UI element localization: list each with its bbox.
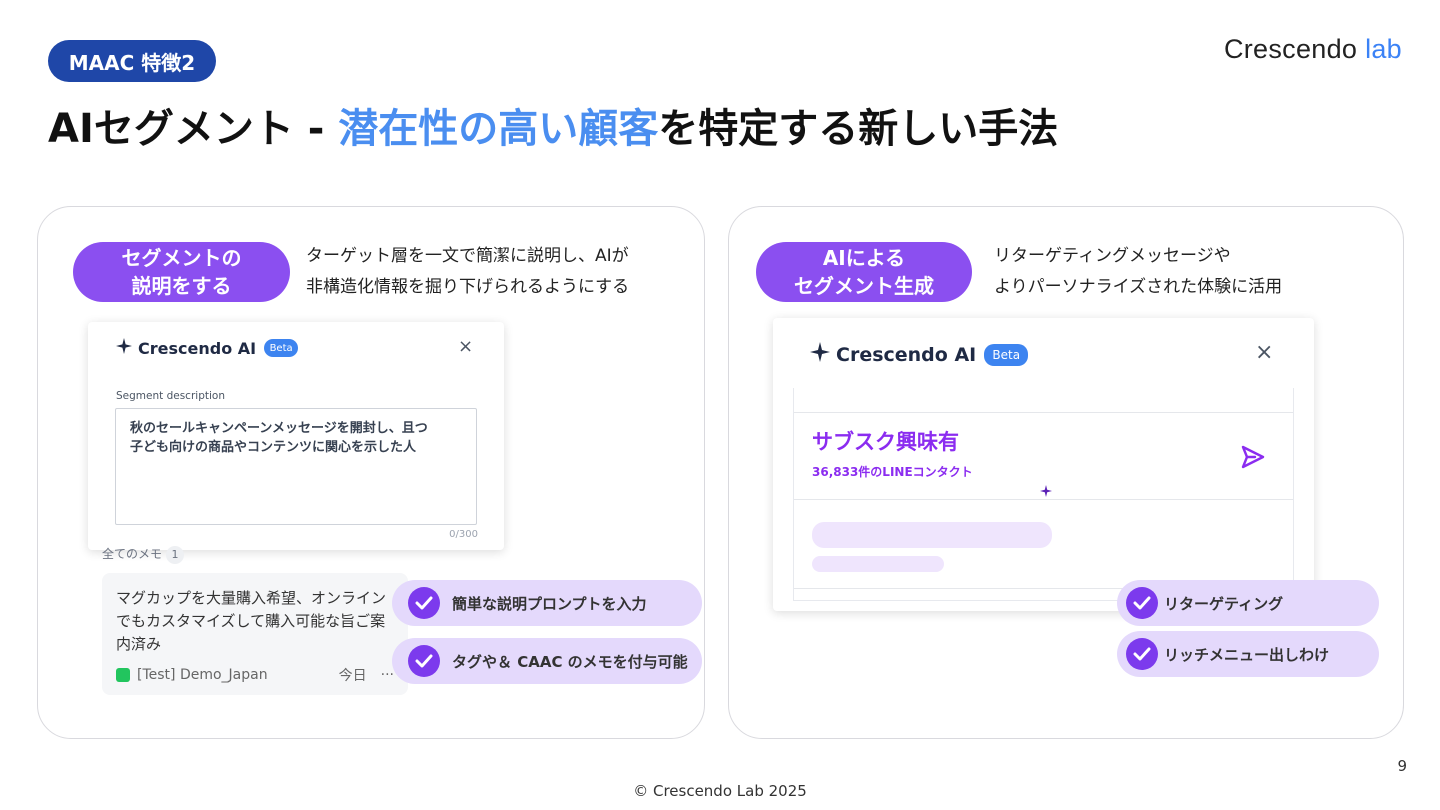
title-post: を特定する新しい手法 xyxy=(658,106,1059,152)
segment-description-card: Crescendo AI Beta × Segment description … xyxy=(88,322,504,550)
right-check-item-2: リッチメニュー出しわけ xyxy=(1117,631,1379,677)
sparkle-icon xyxy=(116,338,132,358)
close-icon[interactable]: × xyxy=(458,336,473,357)
segment-description-input[interactable]: 秋のセールキャンペーンメッセージを開封し、且つ 子ども向けの商品やコンテンツに関… xyxy=(115,408,477,525)
right-description: リターゲティングメッセージや よりパーソナライズされた体験に活用 xyxy=(994,246,1283,297)
right-step-pill: AIによる セグメント生成 xyxy=(756,242,972,302)
memo-account: [Test] Demo_Japan xyxy=(137,667,268,683)
check-label: タグや＆ CAAC のメモを付与可能 xyxy=(452,652,688,671)
memo-card[interactable]: マグカップを大量購入希望、オンライン でもカスタマイズして購入可能な旨ご案 内済… xyxy=(102,573,408,695)
memo-date: 今日 xyxy=(338,668,367,684)
char-counter: 0/300 xyxy=(449,529,478,540)
check-label: 簡単な説明プロンプトを入力 xyxy=(452,594,647,613)
ai-name: Crescendo AI xyxy=(138,338,257,358)
field-label: Segment description xyxy=(116,390,225,402)
title-pre: AIセグメント - xyxy=(48,106,339,152)
segment-result-card: Crescendo AI Beta × サブスク興味有 36,833件のLINE… xyxy=(773,318,1314,611)
skeleton-line xyxy=(812,522,1052,548)
result-title: サブスク興味有 xyxy=(812,430,959,454)
check-icon xyxy=(1126,587,1158,619)
memo-count: 1 xyxy=(166,546,185,564)
left-description: ターゲット層を一文で簡潔に説明し、AIが 非構造化情報を掘り下げられるようにする xyxy=(306,246,630,297)
line-icon xyxy=(116,668,130,682)
memo-header-label: 全てのメモ xyxy=(102,547,163,561)
memo-header: 全てのメモ 1 xyxy=(102,545,185,564)
check-label: リッチメニュー出しわけ xyxy=(1164,645,1330,664)
page-number: 9 xyxy=(1397,757,1407,775)
logo-accent: lab xyxy=(1365,34,1402,64)
title-highlight: 潜在性の高い顧客 xyxy=(338,106,659,152)
close-icon[interactable]: × xyxy=(1255,340,1273,365)
check-icon xyxy=(408,587,440,619)
check-icon xyxy=(408,645,440,677)
copyright: © Crescendo Lab 2025 xyxy=(633,782,807,800)
divider xyxy=(794,412,1293,413)
logo-main: Crescendo xyxy=(1223,34,1358,64)
result-area: サブスク興味有 36,833件のLINEコンタクト xyxy=(793,388,1294,601)
feature-badge: MAAC 特徴2 xyxy=(48,40,216,82)
more-icon[interactable]: ··· xyxy=(381,667,394,683)
ai-name: Crescendo AI xyxy=(836,343,977,366)
memo-text: マグカップを大量購入希望、オンライン でもカスタマイズして購入可能な旨ご案 内済… xyxy=(116,589,387,653)
send-icon[interactable] xyxy=(1240,444,1266,474)
check-icon xyxy=(1126,638,1158,670)
result-subtitle: 36,833件のLINEコンタクト xyxy=(812,465,973,479)
beta-badge: Beta xyxy=(264,339,299,357)
left-check-item-1: 簡単な説明プロンプトを入力 xyxy=(392,580,702,626)
sparkle-icon xyxy=(810,342,830,367)
left-check-item-2: タグや＆ CAAC のメモを付与可能 xyxy=(392,638,702,684)
beta-badge: Beta xyxy=(984,343,1029,366)
page-title: AIセグメント - 潜在性の高い顧客を特定する新しい手法 xyxy=(48,96,1058,154)
divider xyxy=(794,499,1293,500)
right-check-item-1: リターゲティング xyxy=(1117,580,1379,626)
ai-header: Crescendo AI Beta xyxy=(810,342,1029,367)
left-step-pill: セグメントの 説明をする xyxy=(73,242,290,302)
check-label: リターゲティング xyxy=(1164,594,1284,613)
ai-header: Crescendo AI Beta xyxy=(116,338,299,358)
skeleton-line xyxy=(812,556,944,572)
company-logo: Crescendo lab xyxy=(1224,34,1402,65)
memo-footer: [Test] Demo_Japan 今日 ··· xyxy=(116,665,394,685)
